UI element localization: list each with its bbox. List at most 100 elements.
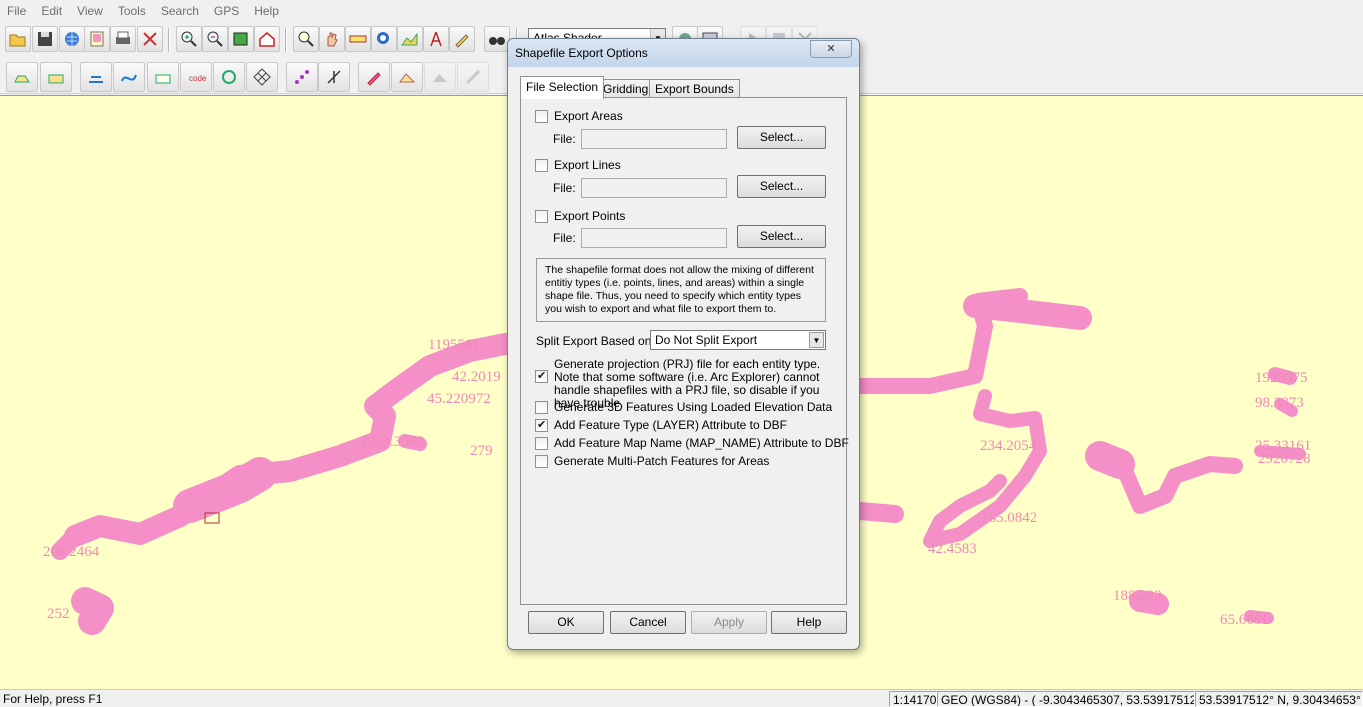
- status-help-text: For Help, press F1: [3, 692, 103, 706]
- export-areas-file-label: File:: [553, 132, 576, 146]
- digitize-icon[interactable]: [449, 26, 475, 52]
- zoom-in-icon[interactable]: [176, 26, 202, 52]
- map-label: 2023.3595: [360, 434, 424, 450]
- tab-file-selection[interactable]: File Selection: [520, 76, 605, 99]
- status-bar: For Help, press F1 1:14170 GEO (WGS84) -…: [0, 689, 1363, 707]
- split-export-value: Do Not Split Export: [655, 333, 758, 347]
- option-layer-attribute-checkbox[interactable]: [535, 418, 548, 432]
- map-label: 252: [47, 606, 70, 622]
- menu-gps[interactable]: GPS: [207, 0, 247, 22]
- export-areas-select-button[interactable]: Select...: [737, 126, 826, 149]
- close-icon[interactable]: ✕: [810, 40, 852, 58]
- split-export-label: Split Export Based on:: [536, 334, 655, 348]
- create-curve-icon[interactable]: [113, 62, 145, 92]
- export-lines-file-field[interactable]: [581, 178, 727, 198]
- option-3d-features-row[interactable]: Generate 3D Features Using Loaded Elevat…: [535, 401, 832, 414]
- option-3d-features-label: Generate 3D Features Using Loaded Elevat…: [554, 400, 833, 414]
- create-range-ring-icon[interactable]: [147, 62, 179, 92]
- export-points-file-label: File:: [553, 231, 576, 245]
- pan-hand-icon[interactable]: [319, 26, 345, 52]
- option-layer-attribute-label: Add Feature Type (LAYER) Attribute to DB…: [554, 418, 787, 432]
- menu-help[interactable]: Help: [247, 0, 287, 22]
- export-areas-checkbox[interactable]: [535, 110, 548, 123]
- entity-type-note: The shapefile format does not allow the …: [536, 258, 826, 322]
- map-label: 1195561: [428, 337, 480, 353]
- export-lines-select-button[interactable]: Select...: [737, 175, 826, 198]
- export-lines-file-label: File:: [553, 181, 576, 195]
- export-areas-label: Export Areas: [554, 109, 623, 123]
- export-points-checkbox-row[interactable]: Export Points: [535, 210, 625, 223]
- menu-tools[interactable]: Tools: [111, 0, 154, 22]
- grid-icon[interactable]: [246, 62, 278, 92]
- tools-icon[interactable]: [137, 26, 163, 52]
- reshape-icon[interactable]: [391, 62, 423, 92]
- ok-button[interactable]: OK: [528, 611, 604, 634]
- create-rect-icon[interactable]: [40, 62, 72, 92]
- measure-icon[interactable]: [345, 26, 371, 52]
- export-points-checkbox[interactable]: [535, 210, 548, 223]
- option-multipatch-checkbox[interactable]: [535, 455, 548, 468]
- tab-panel-file-selection: [520, 97, 847, 605]
- status-scale: 1:14170: [889, 691, 937, 707]
- globe-icon[interactable]: [59, 26, 85, 52]
- option-3d-features-checkbox[interactable]: [535, 401, 548, 414]
- map-label: 200.2464: [43, 544, 100, 560]
- dialog-title: Shapefile Export Options: [515, 46, 648, 60]
- export-points-select-button[interactable]: Select...: [737, 225, 826, 248]
- export-points-label: Export Points: [554, 209, 626, 223]
- cancel-button[interactable]: Cancel: [610, 611, 686, 634]
- move-point-icon[interactable]: [318, 62, 350, 92]
- option-map-name-attribute-row[interactable]: Add Feature Map Name (MAP_NAME) Attribut…: [535, 437, 849, 450]
- save-icon[interactable]: [32, 26, 58, 52]
- option-multipatch-row[interactable]: Generate Multi-Patch Features for Areas: [535, 455, 769, 468]
- map-label: 65.6681: [1220, 612, 1269, 628]
- search-globe-icon[interactable]: [371, 26, 397, 52]
- menu-bar: File Edit View Tools Search GPS Help: [0, 0, 1363, 22]
- export-lines-checkbox-row[interactable]: Export Lines: [535, 159, 621, 172]
- map-label: 45.220972: [427, 391, 491, 407]
- tab-export-bounds[interactable]: Export Bounds: [649, 79, 740, 98]
- tower-icon[interactable]: [423, 26, 449, 52]
- join-icon[interactable]: [457, 62, 489, 92]
- menu-view[interactable]: View: [70, 0, 111, 22]
- edit-vertex-icon[interactable]: [358, 62, 390, 92]
- export-areas-checkbox-row[interactable]: Export Areas: [535, 110, 623, 123]
- export-lines-label: Export Lines: [554, 158, 621, 172]
- home-icon[interactable]: [254, 26, 280, 52]
- help-button[interactable]: Help: [771, 611, 847, 634]
- export-areas-file-field[interactable]: [581, 129, 727, 149]
- tab-gridding[interactable]: Gridding: [597, 79, 655, 98]
- option-layer-attribute-row[interactable]: Add Feature Type (LAYER) Attribute to DB…: [535, 418, 787, 432]
- open-folder-icon[interactable]: [5, 26, 31, 52]
- create-contour-icon[interactable]: code: [180, 62, 212, 92]
- zoom-extent-icon[interactable]: [228, 26, 254, 52]
- print-icon[interactable]: [110, 26, 136, 52]
- option-map-name-attribute-label: Add Feature Map Name (MAP_NAME) Attribut…: [554, 436, 849, 450]
- create-area-icon[interactable]: [6, 62, 38, 92]
- create-point-icon[interactable]: [286, 62, 318, 92]
- create-line-icon[interactable]: [80, 62, 112, 92]
- chevron-down-icon: ▼: [809, 332, 824, 348]
- profile-icon[interactable]: [397, 26, 423, 52]
- dialog-titlebar[interactable]: Shapefile Export Options ✕: [508, 39, 859, 67]
- option-map-name-attribute-checkbox[interactable]: [535, 437, 548, 450]
- split-export-select[interactable]: Do Not Split Export ▼: [650, 330, 826, 350]
- map-label: 42.4583: [928, 541, 977, 557]
- option-generate-prj-checkbox[interactable]: [535, 369, 548, 383]
- menu-file[interactable]: File: [0, 0, 34, 22]
- map-label: 234.2054: [980, 438, 1037, 454]
- zoom-out-icon[interactable]: [202, 26, 228, 52]
- export-lines-checkbox[interactable]: [535, 159, 548, 172]
- svg-text:code: code: [189, 74, 206, 83]
- map-label: 98.3373: [1255, 395, 1304, 411]
- status-coordinates: 53.53917512° N, 9.30434653° W: [1195, 691, 1363, 707]
- feature-info-icon[interactable]: [293, 26, 319, 52]
- menu-search[interactable]: Search: [154, 0, 207, 22]
- map-label: 42.2019: [452, 369, 501, 385]
- menu-edit[interactable]: Edit: [34, 0, 70, 22]
- export-points-file-field[interactable]: [581, 228, 727, 248]
- apply-button[interactable]: Apply: [691, 611, 767, 634]
- layout-icon[interactable]: [84, 26, 110, 52]
- split-icon[interactable]: [424, 62, 456, 92]
- buffer-icon[interactable]: [213, 62, 245, 92]
